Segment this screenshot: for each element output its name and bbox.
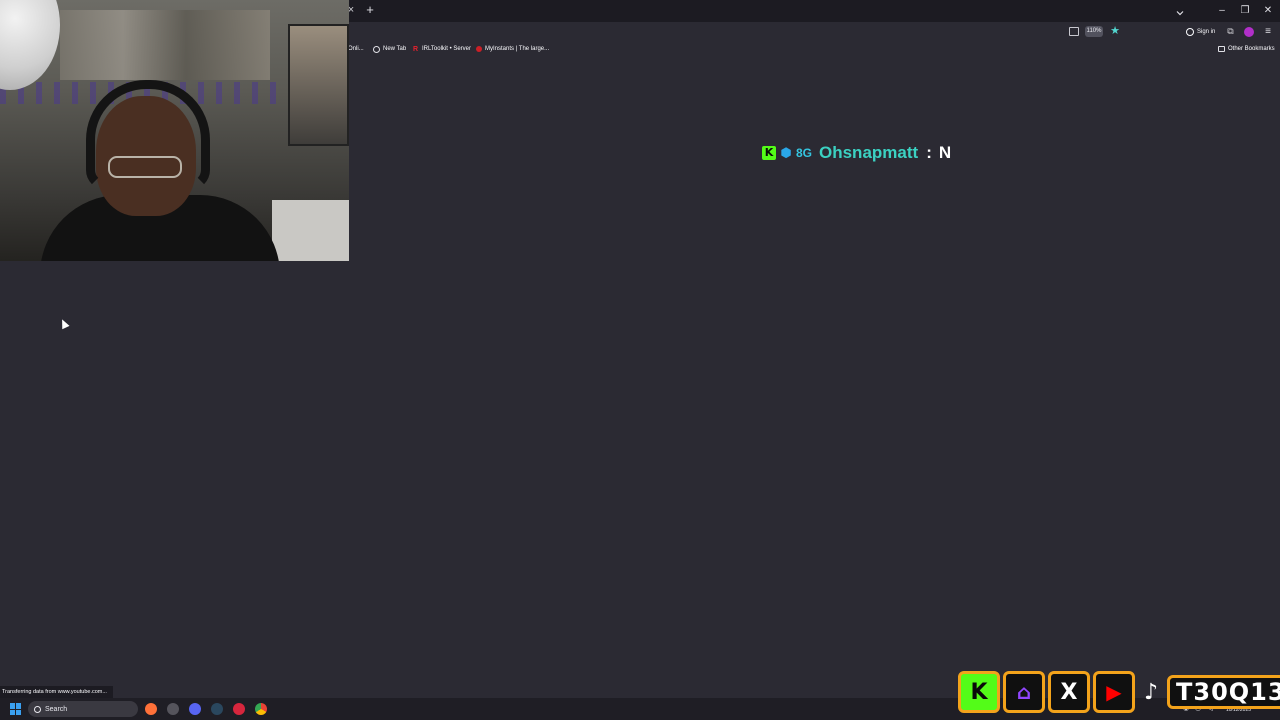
bookmark-item-myinstants[interactable]: MyInstants | The large... xyxy=(476,44,549,54)
x-logo-icon: X xyxy=(1048,671,1090,713)
chrome-icon[interactable] xyxy=(255,703,267,715)
status-bar: Transferring data from www.youtube.com..… xyxy=(0,686,113,698)
app-red-icon[interactable] xyxy=(233,703,245,715)
sign-in-button[interactable]: Sign in xyxy=(1186,26,1215,38)
chat-message: K ⬢ 8G Ohsnapmatt : N xyxy=(762,142,951,164)
kick-logo-icon: K xyxy=(958,671,1000,713)
twitch-logo-icon: ⌂ xyxy=(1003,671,1045,713)
taskbar-search[interactable]: Search xyxy=(28,701,138,717)
cube-badge-icon: ⬢ xyxy=(780,145,792,160)
youtube-logo-icon: ▶ xyxy=(1093,671,1135,713)
social-overlay: K ⌂ X ▶ ♪ T30Q13 xyxy=(958,668,1280,716)
windows-start-icon[interactable] xyxy=(10,703,22,715)
streamer-handle: T30Q13 xyxy=(1167,675,1280,709)
webcam-poster xyxy=(288,24,349,146)
taskbar-search-label: Search xyxy=(45,705,68,713)
bookmark-label: IRLToolkit • Server xyxy=(422,46,472,52)
firefox-icon[interactable] xyxy=(145,703,157,715)
chat-message-text: N xyxy=(938,143,952,162)
close-window-button[interactable]: ✕ xyxy=(1263,5,1273,16)
reader-view-icon[interactable] xyxy=(1069,27,1079,36)
webcam-bed xyxy=(272,200,349,261)
bookmark-item-irltoolkit[interactable]: R IRLToolkit • Server xyxy=(412,44,471,54)
chat-username: Ohsnapmatt xyxy=(819,143,919,162)
discord-icon[interactable] xyxy=(189,703,201,715)
other-bookmarks[interactable]: Other Bookmarks xyxy=(1218,44,1275,54)
webcam-headset xyxy=(86,80,210,190)
other-bookmarks-label: Other Bookmarks xyxy=(1228,46,1275,52)
account-icon xyxy=(1186,28,1194,36)
restore-button[interactable]: ❐ xyxy=(1240,5,1250,16)
minimize-button[interactable]: – xyxy=(1217,5,1227,16)
new-tab-button[interactable]: + xyxy=(364,3,376,17)
chevron-down-icon xyxy=(1176,11,1184,16)
bookmark-label: MyInstants | The large... xyxy=(485,46,550,52)
search-icon xyxy=(34,705,41,713)
chat-separator: : xyxy=(926,143,932,162)
app-menu-button[interactable]: ≡ xyxy=(1263,26,1273,37)
extensions-icon[interactable]: ⧉ xyxy=(1226,26,1235,37)
zoom-level-badge[interactable]: 110% xyxy=(1085,26,1103,37)
sign-in-label: Sign in xyxy=(1197,29,1216,35)
bookmark-item[interactable]: Onli... xyxy=(348,44,364,54)
bookmark-label: New Tab xyxy=(383,46,407,52)
profile-avatar[interactable] xyxy=(1244,27,1254,37)
bookmark-label: Onli... xyxy=(348,46,364,52)
bookmark-star-icon[interactable]: ★ xyxy=(1109,25,1121,38)
globe-icon xyxy=(373,45,380,53)
myinstants-icon xyxy=(476,46,482,52)
kick-badge-icon: K xyxy=(762,146,776,160)
bookmark-item-new-tab[interactable]: New Tab xyxy=(373,44,406,54)
tiktok-logo-icon: ♪ xyxy=(1143,679,1159,705)
og-badge-icon: 8G xyxy=(796,146,813,160)
folder-icon xyxy=(1218,46,1225,52)
webcam-shelf xyxy=(60,10,270,80)
moon-lamp xyxy=(0,0,60,90)
steam-icon[interactable] xyxy=(211,703,223,715)
irltoolkit-icon: R xyxy=(412,45,419,53)
mouse-cursor-icon xyxy=(58,317,70,330)
settings-icon[interactable] xyxy=(167,703,179,715)
tab-list-button[interactable] xyxy=(1175,5,1185,16)
webcam-overlay xyxy=(0,0,349,261)
